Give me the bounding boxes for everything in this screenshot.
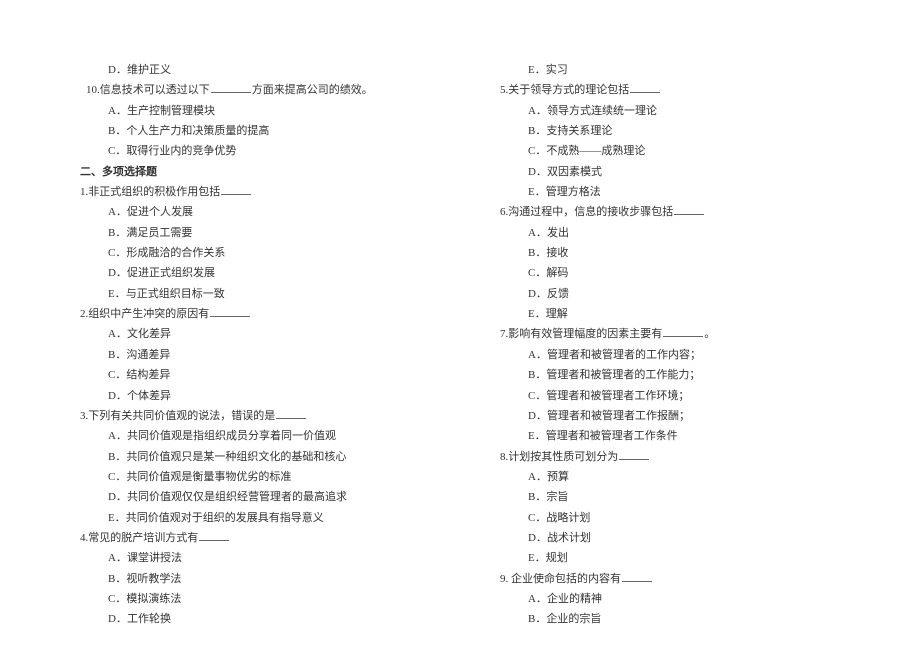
- q3-option-a: A．共同价值观是指组织成员分享着同一价值观: [80, 426, 420, 446]
- blank: [210, 307, 250, 317]
- q6-option-d: D．反馈: [500, 284, 840, 304]
- q7-option-e: E．管理者和被管理者工作条件: [500, 426, 840, 446]
- q10-option-a: A．生产控制管理模块: [80, 101, 420, 121]
- q7-text-a: 7.影响有效管理幅度的因素主要有: [500, 328, 662, 340]
- blank: [221, 185, 251, 195]
- prev-option-e: E．实习: [500, 60, 840, 80]
- blank: [674, 206, 704, 216]
- q1-option-c: C．形成融洽的合作关系: [80, 243, 420, 263]
- q1-option-e: E．与正式组织目标一致: [80, 284, 420, 304]
- q4-text: 4.常见的脱产培训方式有: [80, 532, 198, 544]
- q1-option-b: B．满足员工需要: [80, 223, 420, 243]
- q8-option-a: A．预算: [500, 467, 840, 487]
- section-2-heading: 二、多项选择题: [80, 162, 420, 182]
- q4-option-b: B．视听教学法: [80, 569, 420, 589]
- q8-option-e: E．规划: [500, 548, 840, 568]
- q7: 7.影响有效管理幅度的因素主要有 。: [500, 324, 840, 344]
- q8-option-c: C．战略计划: [500, 508, 840, 528]
- q6-text: 6.沟通过程中，信息的接收步骤包括: [500, 206, 673, 218]
- q2-option-c: C．结构差异: [80, 365, 420, 385]
- q1-option-d: D．促进正式组织发展: [80, 263, 420, 283]
- q2-text: 2.组织中产生冲突的原因有: [80, 308, 209, 320]
- q6: 6.沟通过程中，信息的接收步骤包括: [500, 202, 840, 222]
- q9-text: 9. 企业使命包括的内容有: [500, 573, 621, 585]
- q9: 9. 企业使命包括的内容有: [500, 569, 840, 589]
- q3: 3.下列有关共同价值观的说法，错误的是: [80, 406, 420, 426]
- q6-option-b: B．接收: [500, 243, 840, 263]
- q2-option-a: A．文化差异: [80, 324, 420, 344]
- q5-option-d: D．双因素模式: [500, 162, 840, 182]
- q10-text-b: 方面来提高公司的绩效。: [252, 84, 373, 96]
- blank: [622, 572, 652, 582]
- q7-option-c: C．管理者和被管理者工作环境；: [500, 386, 840, 406]
- blank: [211, 83, 251, 93]
- blank: [619, 450, 649, 460]
- q6-option-a: A．发出: [500, 223, 840, 243]
- q4-option-d: D．工作轮换: [80, 609, 420, 629]
- q3-option-c: C．共同价值观是衡量事物优劣的标准: [80, 467, 420, 487]
- q7-text-b: 。: [704, 328, 715, 340]
- q2: 2.组织中产生冲突的原因有: [80, 304, 420, 324]
- q4-option-a: A．课堂讲授法: [80, 548, 420, 568]
- q4: 4.常见的脱产培训方式有: [80, 528, 420, 548]
- q6-option-c: C．解码: [500, 263, 840, 283]
- q7-option-a: A．管理者和被管理者的工作内容；: [500, 345, 840, 365]
- q3-text: 3.下列有关共同价值观的说法，错误的是: [80, 410, 275, 422]
- q9-option-b: B．企业的宗旨: [500, 609, 840, 629]
- q3-option-d: D．共同价值观仅仅是组织经营管理者的最高追求: [80, 487, 420, 507]
- q5: 5.关于领导方式的理论包括: [500, 80, 840, 100]
- q1: 1.非正式组织的积极作用包括: [80, 182, 420, 202]
- q7-option-d: D．管理者和被管理者工作报酬；: [500, 406, 840, 426]
- q8-option-b: B．宗旨: [500, 487, 840, 507]
- q10: 10.信息技术可以透过以下 方面来提高公司的绩效。: [80, 80, 420, 100]
- q1-text: 1.非正式组织的积极作用包括: [80, 186, 220, 198]
- q2-option-b: B．沟通差异: [80, 345, 420, 365]
- q10-option-b: B．个人生产力和决策质量的提高: [80, 121, 420, 141]
- q5-text: 5.关于领导方式的理论包括: [500, 84, 629, 96]
- blank: [630, 83, 660, 93]
- q5-option-a: A．领导方式连续统一理论: [500, 101, 840, 121]
- q8-text: 8.计划按其性质可划分为: [500, 451, 618, 463]
- q5-option-b: B．支持关系理论: [500, 121, 840, 141]
- q5-option-e: E．管理方格法: [500, 182, 840, 202]
- blank: [663, 328, 703, 338]
- q10-text-a: 10.信息技术可以透过以下: [86, 84, 210, 96]
- right-column: E．实习 5.关于领导方式的理论包括 A．领导方式连续统一理论 B．支持关系理论…: [500, 60, 840, 611]
- q9-option-a: A．企业的精神: [500, 589, 840, 609]
- q1-option-a: A．促进个人发展: [80, 202, 420, 222]
- q3-option-e: E．共同价值观对于组织的发展具有指导意义: [80, 508, 420, 528]
- q8-option-d: D．战术计划: [500, 528, 840, 548]
- q4-option-c: C．模拟演练法: [80, 589, 420, 609]
- q2-option-d: D．个体差异: [80, 386, 420, 406]
- blank: [199, 531, 229, 541]
- q8: 8.计划按其性质可划分为: [500, 447, 840, 467]
- q5-option-c: C．不成熟——成熟理论: [500, 141, 840, 161]
- q10-option-c: C．取得行业内的竞争优势: [80, 141, 420, 161]
- blank: [276, 409, 306, 419]
- q3-option-b: B．共同价值观只是某一种组织文化的基础和核心: [80, 447, 420, 467]
- q7-option-b: B．管理者和被管理者的工作能力；: [500, 365, 840, 385]
- prev-option-d: D．维护正义: [80, 60, 420, 80]
- q6-option-e: E．理解: [500, 304, 840, 324]
- left-column: D．维护正义 10.信息技术可以透过以下 方面来提高公司的绩效。 A．生产控制管理…: [80, 60, 420, 611]
